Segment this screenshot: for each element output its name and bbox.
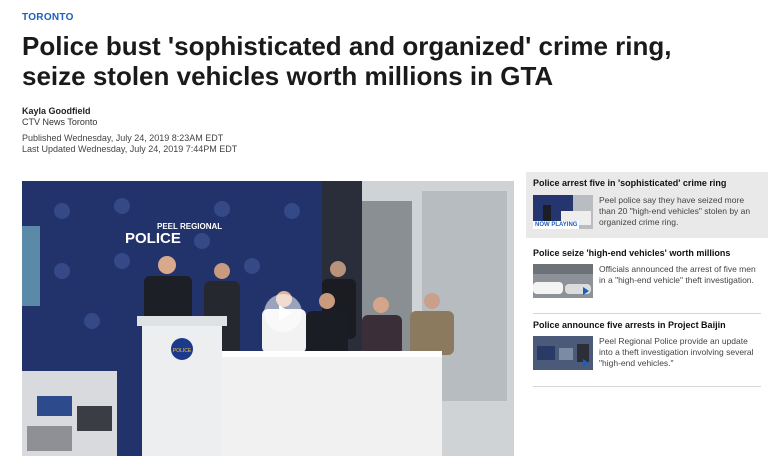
play-button[interactable]: [264, 294, 302, 332]
playlist-item-description: Officials announced the arrest of five m…: [599, 264, 756, 285]
playlist-item-description: Peel police say they have seized more th…: [599, 195, 751, 227]
updated-date: Last Updated Wednesday, July 24, 2019 7:…: [22, 144, 238, 154]
playlist-item-title[interactable]: Police arrest five in 'sophisticated' cr…: [533, 178, 726, 188]
section-link[interactable]: TORONTO: [22, 12, 74, 23]
video-playlist: Police arrest five in 'sophisticated' cr…: [526, 172, 768, 460]
playlist-item[interactable]: Police arrest five in 'sophisticated' cr…: [526, 172, 768, 238]
now-playing-badge: NOW PLAYING: [533, 221, 580, 229]
thumbnail-play-icon: [583, 359, 589, 367]
playlist-item[interactable]: Police announce five arrests in Project …: [526, 314, 768, 386]
playlist-thumbnail[interactable]: [533, 336, 593, 370]
timestamps: Published Wednesday, July 24, 2019 8:23A…: [22, 133, 237, 155]
play-icon: [279, 305, 292, 321]
thumbnail-play-icon: [583, 287, 589, 295]
headline: Police bust 'sophisticated and organized…: [22, 31, 672, 91]
playlist-item-title[interactable]: Police seize 'high-end vehicles' worth m…: [533, 248, 730, 258]
playlist-thumbnail[interactable]: [533, 264, 593, 298]
backdrop-line2: POLICE: [125, 230, 181, 247]
playlist-item-title[interactable]: Police announce five arrests in Project …: [533, 320, 726, 330]
author-name[interactable]: Kayla Goodfield: [22, 106, 97, 117]
playlist-thumbnail[interactable]: NOW PLAYING: [533, 195, 593, 229]
published-date: Published Wednesday, July 24, 2019 8:23A…: [22, 133, 224, 143]
playlist-divider: [533, 386, 761, 387]
byline: Kayla Goodfield CTV News Toronto: [22, 106, 97, 128]
playlist-item[interactable]: Police seize 'high-end vehicles' worth m…: [526, 242, 768, 312]
playlist-item-description: Peel Regional Police provide an update i…: [599, 336, 754, 368]
video-player[interactable]: PEEL REGIONAL POLICE POLICE: [22, 181, 514, 456]
podium-text: POLICE: [173, 348, 192, 354]
outlet-name: CTV News Toronto: [22, 117, 98, 127]
